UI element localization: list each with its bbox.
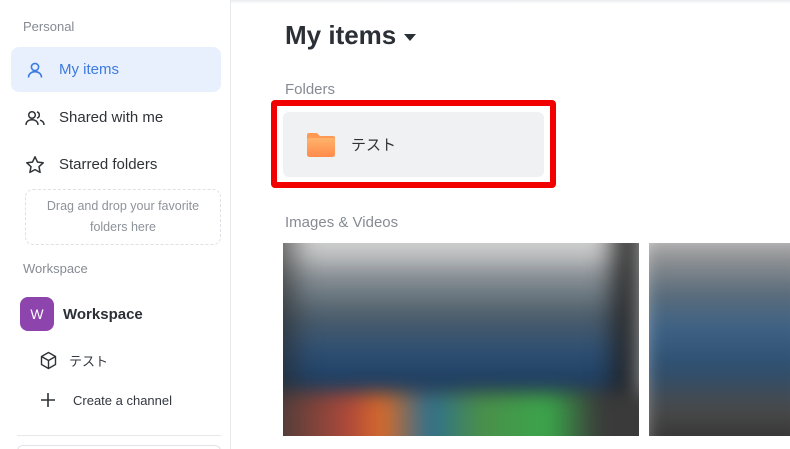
create-channel-label: Create a channel: [73, 392, 173, 408]
workspace-name: Workspace: [63, 305, 143, 323]
workspace-avatar: W: [20, 297, 54, 331]
sidebar-item-label: Shared with me: [59, 109, 164, 126]
highlight-annotation: [271, 100, 556, 188]
sidebar-item-starred-folders[interactable]: Starred folders: [11, 142, 221, 187]
user-icon: [25, 60, 45, 80]
workspace-section-label: Workspace: [23, 261, 88, 276]
folders-section-label: Folders: [285, 81, 336, 98]
channel-label: テスト: [69, 353, 109, 369]
users-icon: [25, 108, 45, 128]
favorite-folders-drop-zone[interactable]: Drag and drop your favorite folders here: [25, 189, 221, 245]
workspace-switcher[interactable]: W Workspace: [20, 297, 143, 331]
personal-section-label: Personal: [23, 19, 75, 34]
sidebar: Personal My items Shared with me Starred…: [0, 0, 231, 449]
media-thumbnail[interactable]: [283, 243, 639, 436]
images-videos-section-label: Images & Videos: [285, 214, 399, 231]
sidebar-item-shared-with-me[interactable]: Shared with me: [11, 95, 221, 140]
sidebar-item-my-items[interactable]: My items: [11, 47, 221, 92]
create-channel-button[interactable]: Create a channel: [38, 390, 172, 410]
sidebar-item-label: My items: [59, 61, 119, 78]
page-title: My items: [285, 20, 397, 50]
sidebar-divider: [17, 435, 221, 436]
caret-down-icon: [404, 34, 417, 41]
sidebar-item-label: Starred folders: [59, 156, 158, 173]
media-thumbnail[interactable]: [649, 243, 790, 436]
plus-icon: [38, 390, 58, 410]
star-icon: [25, 155, 45, 175]
cube-icon: [38, 350, 58, 370]
page-title-dropdown[interactable]: My items: [285, 20, 417, 51]
sidebar-footer-panel: [17, 445, 221, 449]
channel-item[interactable]: テスト: [38, 350, 108, 370]
media-thumbnails: [283, 243, 790, 436]
